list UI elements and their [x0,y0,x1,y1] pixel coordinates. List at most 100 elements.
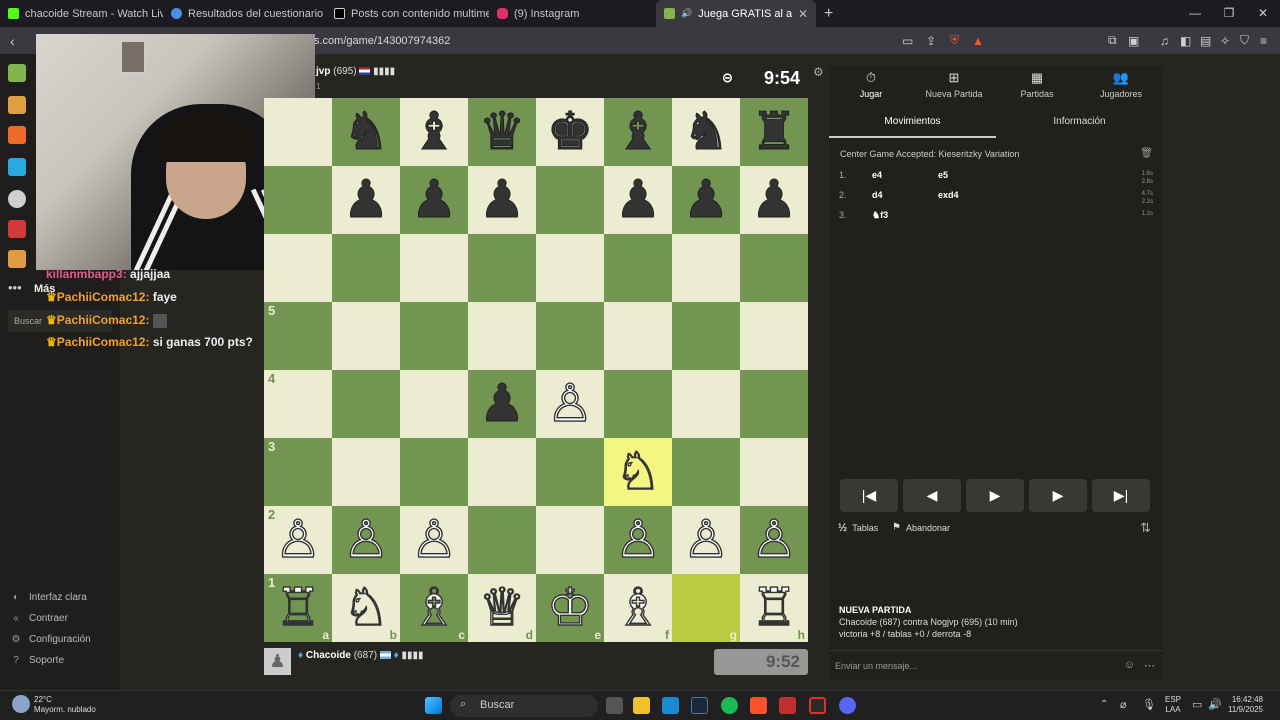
last-move-button[interactable]: ▶| [1092,479,1150,512]
square-d4[interactable]: ♟ [468,370,536,438]
tab-kick[interactable]: chacoide Stream - Watch Live on [0,0,163,27]
tab-instagram[interactable]: (9) Instagram [489,0,652,27]
screenshot-icon[interactable]: ▭ [902,34,913,48]
square-g5[interactable] [672,302,740,370]
maximize-icon[interactable]: ❐ [1212,0,1246,27]
square-b2[interactable]: ♙ [332,506,400,574]
volume-icon[interactable]: 🔊 [1208,698,1222,711]
square-g3[interactable] [672,438,740,506]
tab-chess[interactable]: 🔊Juega GRATIS al ajedrez online✕ [656,0,816,27]
chess-piece[interactable]: ♘ [614,445,662,498]
tab-games[interactable]: ▦ Partidas [995,66,1079,106]
square-c3[interactable] [400,438,468,506]
tab-players[interactable]: 👥 Jugadores [1079,66,1163,106]
opera-gx-icon[interactable] [809,697,826,714]
square-e1[interactable]: ♔ e [536,574,604,642]
chess-piece[interactable]: ♕ [478,581,526,634]
square-g7[interactable]: ♟ [672,166,740,234]
play-button[interactable]: ▶ [966,479,1024,512]
close-window-icon[interactable]: ✕ [1246,0,1280,27]
chess-piece[interactable]: ♙ [410,513,458,566]
black-move[interactable]: exd4 [938,190,959,200]
square-d7[interactable]: ♟ [468,166,536,234]
close-tab-icon[interactable]: ✕ [798,7,808,21]
black-move[interactable]: e5 [938,170,948,180]
square-f6[interactable] [604,234,672,302]
mic-icon[interactable]: 🎙 [1142,698,1156,711]
chess-piece[interactable]: ♘ [342,581,390,634]
square-a7[interactable] [264,166,332,234]
watch-icon[interactable] [8,190,26,208]
clock[interactable]: 16:42:48 11/9/2025 [1228,695,1263,715]
chess-piece[interactable]: ♗ [614,581,662,634]
player-avatar[interactable]: ♟ [264,648,291,675]
square-f7[interactable]: ♟ [604,166,672,234]
chess-piece[interactable]: ♜ [750,106,798,159]
square-b7[interactable]: ♟ [332,166,400,234]
square-b3[interactable] [332,438,400,506]
square-e7[interactable] [536,166,604,234]
square-e2[interactable] [536,506,604,574]
square-b5[interactable] [332,302,400,370]
white-move[interactable]: d4 [872,190,883,200]
brave-icon[interactable] [750,697,767,714]
square-c5[interactable] [400,302,468,370]
leo-ai-icon[interactable]: ✧ [1220,34,1230,48]
collapse-item[interactable]: «Contraer [10,613,68,624]
brave-shield-icon[interactable]: ⛨ [950,33,959,48]
vpn-icon[interactable]: ⛉ [1240,33,1249,48]
square-d2[interactable] [468,506,536,574]
wallet-icon[interactable]: ▤ [1200,34,1211,48]
chess-piece[interactable]: ♞ [342,106,390,159]
tray-chevron-icon[interactable]: ⌃ [1100,699,1108,710]
square-e8[interactable]: ♚ [536,98,604,166]
square-a6[interactable] [264,234,332,302]
taskbar-search[interactable]: ⌕ Buscar [450,695,598,717]
chess-piece[interactable]: ♙ [342,513,390,566]
chess-piece[interactable]: ♞ [682,106,730,159]
square-f5[interactable] [604,302,672,370]
tab-x-posts[interactable]: Posts con contenido multimedia de [326,0,489,27]
prev-move-button[interactable]: ◀ [903,479,961,512]
square-b4[interactable] [332,370,400,438]
display-icon[interactable]: ▭ [1192,698,1202,711]
reader-icon[interactable]: ◧ [1180,34,1191,48]
chess-piece[interactable]: ♝ [614,106,662,159]
square-h7[interactable]: ♟ [740,166,808,234]
weather-icon[interactable] [12,695,30,713]
square-a4[interactable]: 4 [264,370,332,438]
square-e3[interactable] [536,438,604,506]
chess-piece[interactable]: ♚ [546,106,594,159]
support-item[interactable]: ? Soporte [10,655,64,666]
extensions-icon[interactable]: ⧉ [1108,33,1117,48]
square-f8[interactable]: ♝ [604,98,672,166]
square-c7[interactable]: ♟ [400,166,468,234]
emoji-icon[interactable]: ☺ [1124,659,1135,671]
trash-icon[interactable]: 🗑 [1140,148,1153,159]
chess-piece[interactable]: ♟ [478,174,526,227]
square-h5[interactable] [740,302,808,370]
chess-piece[interactable]: ♛ [478,106,526,159]
chesscom-logo-icon[interactable] [8,64,26,82]
task-view-icon[interactable] [606,697,623,714]
share-icon[interactable]: ⇪ [926,34,936,48]
square-d6[interactable] [468,234,536,302]
square-e6[interactable] [536,234,604,302]
square-f1[interactable]: ♗ f [604,574,672,642]
minimize-icon[interactable]: — [1178,0,1212,27]
square-a2[interactable]: ♙ 2 [264,506,332,574]
url-field[interactable]: s.com/game/143007974362 [314,35,450,47]
square-h8[interactable]: ♜ [740,98,808,166]
file-explorer-icon[interactable] [633,697,650,714]
square-g6[interactable] [672,234,740,302]
square-c2[interactable]: ♙ [400,506,468,574]
square-f4[interactable] [604,370,672,438]
social-icon[interactable] [8,250,26,268]
square-c4[interactable] [400,370,468,438]
square-c6[interactable] [400,234,468,302]
square-h1[interactable]: ♖ h [740,574,808,642]
chess-piece[interactable]: ♙ [682,513,730,566]
square-h3[interactable] [740,438,808,506]
learn-icon[interactable] [8,158,26,176]
more-dots-icon[interactable]: ••• [8,280,22,295]
